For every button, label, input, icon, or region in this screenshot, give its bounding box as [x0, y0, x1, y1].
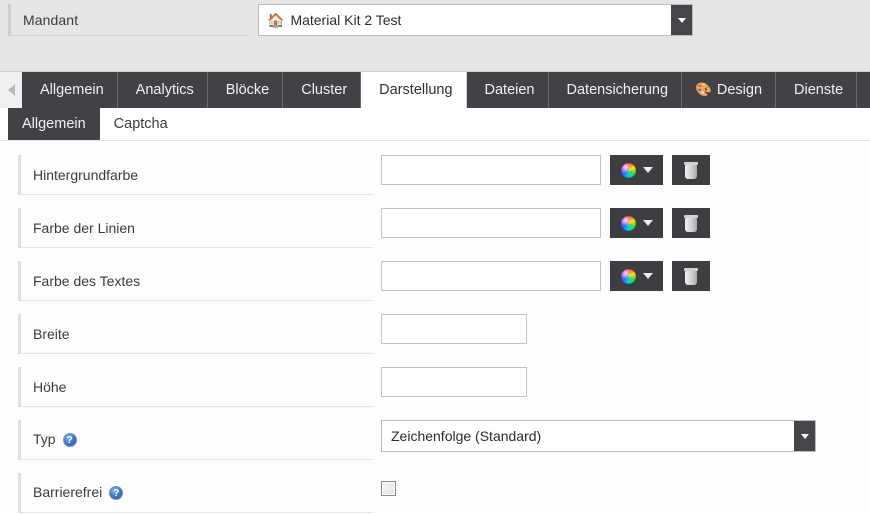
form-row-typ: Typ? Zeichenfolge (Standard): [0, 420, 870, 473]
farbe-des-textes-colorpicker-button[interactable]: [610, 261, 663, 291]
tab-analytics[interactable]: Analytics: [117, 72, 208, 108]
sub-tab-bar: Allgemein Captcha: [0, 108, 870, 141]
mandant-dropdown-arrow-button[interactable]: [671, 5, 692, 35]
field-label-text: Typ: [33, 431, 56, 448]
subtab-captcha[interactable]: Captcha: [99, 108, 182, 140]
hintergrundfarbe-delete-button[interactable]: [672, 155, 710, 185]
farbe-des-textes-delete-button[interactable]: [672, 261, 710, 291]
tab-label: Analytics: [135, 82, 194, 98]
mandant-bar: Mandant 🏠 Material Kit 2 Test: [0, 0, 870, 40]
form-row-hintergrundfarbe: Hintergrundfarbe: [0, 155, 870, 208]
field-label-container: Barrierefrei?: [18, 473, 373, 513]
subtab-label: Captcha: [113, 116, 168, 132]
typ-select[interactable]: Zeichenfolge (Standard): [381, 420, 816, 452]
mandant-select[interactable]: 🏠 Material Kit 2 Test: [258, 4, 693, 36]
mandant-label: Mandant: [23, 11, 79, 28]
color-wheel-icon: [620, 162, 636, 178]
tab-label: Blöcke: [225, 82, 270, 98]
main-tab-bar: Allgemein Analytics Blöcke Cluster Darst…: [0, 72, 870, 108]
palette-icon: 🎨: [695, 82, 712, 97]
chevron-down-icon: [642, 167, 653, 173]
field-label: Farbe des Textes: [33, 272, 141, 289]
farbe-der-linien-input[interactable]: [381, 208, 601, 238]
tab-cluster[interactable]: Cluster: [283, 72, 362, 108]
form-row-breite: Breite: [0, 314, 870, 367]
hintergrundfarbe-input[interactable]: [381, 155, 601, 185]
chevron-down-icon: [800, 433, 809, 439]
mandant-label-field: Mandant: [8, 4, 248, 36]
chevron-down-icon: [677, 17, 686, 23]
hintergrundfarbe-colorpicker-button[interactable]: [610, 155, 663, 185]
typ-selected-value: Zeichenfolge (Standard): [391, 428, 542, 444]
tab-darstellung[interactable]: Darstellung: [361, 72, 467, 108]
tab-dateien[interactable]: Dateien: [466, 72, 549, 108]
tab-scroll-left-button[interactable]: [0, 72, 22, 108]
tab-dienste[interactable]: Dienste: [776, 72, 858, 108]
field-control: [381, 367, 527, 397]
field-label: Hintergrundfarbe: [33, 166, 139, 183]
field-control: Zeichenfolge (Standard): [381, 420, 816, 452]
hoehe-input[interactable]: [381, 367, 527, 397]
tab-label: Datensicherung: [566, 82, 669, 98]
trash-icon: [684, 214, 698, 232]
field-label-container: Breite: [18, 314, 373, 354]
captcha-settings-form: Hintergrundfarbe Farbe der Linien Farbe …: [0, 141, 870, 513]
trash-icon: [684, 267, 698, 285]
toolbar-spacer: [0, 40, 870, 72]
help-question-icon[interactable]: ?: [62, 432, 77, 447]
color-wheel-icon: [620, 268, 636, 284]
tab-label: Design: [716, 82, 763, 98]
tab-label: Darstellung: [379, 82, 453, 98]
trash-icon: [684, 161, 698, 179]
form-row-barrierefrei: Barrierefrei?: [0, 473, 870, 514]
field-label: Breite: [33, 325, 70, 342]
chevron-left-icon: [7, 84, 15, 96]
form-row-farbe-der-linien: Farbe der Linien: [0, 208, 870, 261]
help-question-icon[interactable]: ?: [109, 485, 124, 500]
field-label-text: Barrierefrei: [33, 484, 103, 501]
field-label: Höhe: [33, 378, 67, 395]
subtab-allgemein[interactable]: Allgemein: [8, 108, 100, 140]
home-icon: 🏠: [267, 12, 285, 28]
field-label: Typ?: [21, 431, 77, 447]
field-control: [381, 314, 527, 344]
field-control: [381, 261, 710, 291]
mandant-selected-value: Material Kit 2 Test: [290, 12, 402, 28]
tab-label: Cluster: [301, 82, 348, 98]
farbe-des-textes-input[interactable]: [381, 261, 601, 291]
field-label-container: Farbe des Textes: [18, 261, 373, 301]
field-label-container: Farbe der Linien: [18, 208, 373, 248]
subtab-label: Allgemein: [22, 116, 86, 132]
tab-label: Dienste: [794, 82, 844, 98]
tab-allgemein[interactable]: Allgemein: [22, 72, 118, 108]
chevron-down-icon: [642, 273, 653, 279]
field-label: Barrierefrei?: [21, 484, 124, 501]
tab-list: Allgemein Analytics Blöcke Cluster Darst…: [22, 72, 870, 108]
farbe-der-linien-delete-button[interactable]: [672, 208, 710, 238]
typ-dropdown-arrow-button[interactable]: [794, 421, 815, 451]
tab-label: Allgemein: [40, 82, 104, 98]
field-control: [381, 208, 710, 238]
farbe-der-linien-colorpicker-button[interactable]: [610, 208, 663, 238]
form-row-farbe-des-textes: Farbe des Textes: [0, 261, 870, 314]
tab-label: Dateien: [484, 82, 535, 98]
tab-datensicherung[interactable]: Datensicherung: [548, 72, 683, 108]
tab-bloecke[interactable]: Blöcke: [207, 72, 284, 108]
barrierefrei-checkbox[interactable]: [381, 481, 396, 496]
breite-input[interactable]: [381, 314, 527, 344]
field-control: [381, 473, 396, 496]
chevron-down-icon: [642, 220, 653, 226]
field-label-container: Höhe: [18, 367, 373, 407]
color-wheel-icon: [620, 215, 636, 231]
tab-email[interactable]: E-Mail: [857, 72, 870, 108]
field-label-container: Typ?: [18, 420, 373, 460]
form-row-hoehe: Höhe: [0, 367, 870, 420]
tab-design[interactable]: 🎨 Design: [682, 72, 777, 108]
field-label: Farbe der Linien: [33, 219, 135, 236]
field-label-container: Hintergrundfarbe: [18, 155, 373, 195]
field-control: [381, 155, 710, 185]
